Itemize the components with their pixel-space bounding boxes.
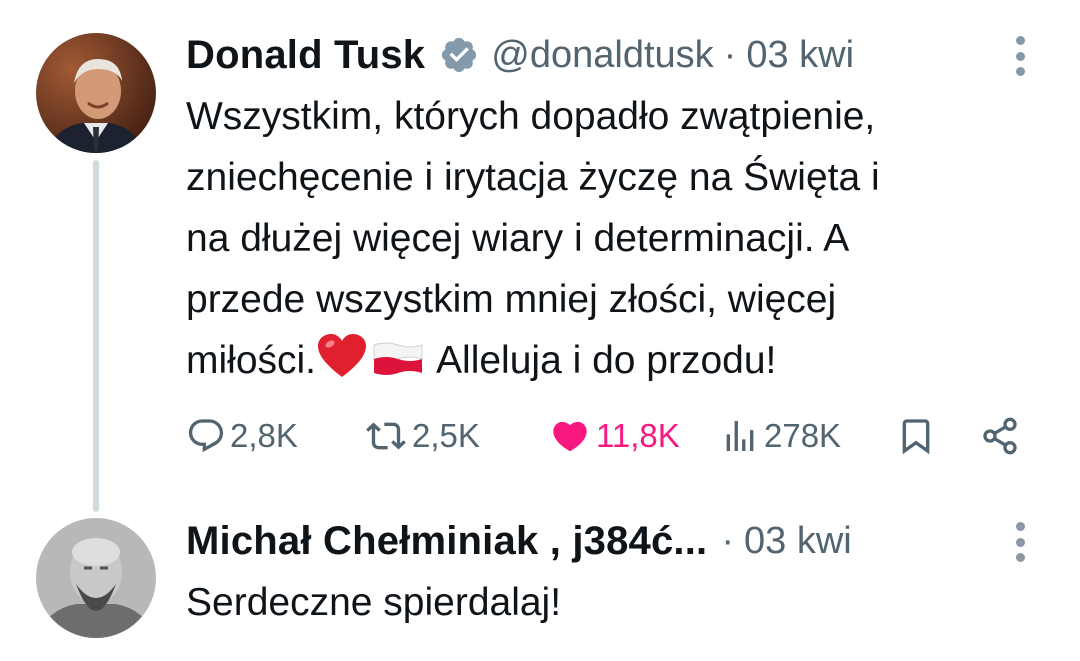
verified-badge-icon <box>442 37 477 73</box>
bookmark-icon <box>902 419 930 455</box>
author-handle[interactable]: @donaldtusk <box>491 34 713 77</box>
heart-filled-icon <box>553 421 587 452</box>
reply-icon <box>188 419 224 453</box>
reply-count: 2,8K <box>230 417 298 454</box>
reply-author-name[interactable]: Michał Chełminiak , j384ć... <box>186 519 707 564</box>
like-button[interactable]: 11,8K <box>548 416 680 456</box>
tweet-text-line: miłości. <box>186 339 317 382</box>
reply-button[interactable]: 2,8K <box>186 416 298 456</box>
avatar[interactable] <box>36 33 156 153</box>
tweet-text-tail: Alleluja i do przodu! <box>436 339 777 382</box>
views-chart-icon <box>726 421 754 451</box>
tweet-text-line: na dłużej więcej wiary i determinacji. A <box>186 217 850 260</box>
tweet-action-bar: 2,8K 2,5K 11,8K 278K <box>186 416 1026 456</box>
header-separator: · <box>723 33 737 76</box>
reply-text: Serdeczne spierdalaj! <box>186 572 561 633</box>
author-name[interactable]: Donald Tusk <box>186 33 425 78</box>
tweet-header: Donald Tusk @donaldtusk · 03 kwi <box>186 30 854 80</box>
flag-poland-emoji-icon <box>373 342 423 375</box>
share-icon <box>983 417 1017 455</box>
reply-header: Michał Chełminiak , j384ć... · 03 kwi <box>186 516 852 566</box>
reply-avatar[interactable] <box>36 518 156 638</box>
tweet-text-line: Wszystkim, których dopadło zwątpienie, <box>186 95 876 138</box>
share-button[interactable] <box>978 416 1022 456</box>
tweet-timestamp[interactable]: 03 kwi <box>746 34 854 77</box>
views-count: 278K <box>764 417 842 454</box>
reply-text-line: Serdeczne spierdalaj! <box>186 581 562 624</box>
reply-timestamp[interactable]: 03 kwi <box>744 520 852 563</box>
red-heart-emoji-icon <box>318 334 367 377</box>
thread-connector-line <box>93 160 99 512</box>
tweet-text-line: przede wszystkim mniej złości, więcej <box>186 278 837 321</box>
bookmark-button[interactable] <box>896 416 936 456</box>
tweet-text: Wszystkim, których dopadło zwątpienie, z… <box>186 86 880 391</box>
repost-count: 2,5K <box>412 417 480 454</box>
reply-header-separator: · <box>721 519 735 562</box>
tweet-text-line-last: miłości. Alleluja i do przodu! <box>186 330 880 391</box>
views-button[interactable]: 278K <box>720 416 841 456</box>
reply-more-options-icon[interactable] <box>1014 522 1026 562</box>
like-count: 11,8K <box>596 417 680 454</box>
tweet-text-line: zniechęcenie i irytacja życzę na Święta … <box>186 156 880 199</box>
more-options-icon[interactable] <box>1014 36 1026 76</box>
repost-icon <box>366 422 406 450</box>
repost-button[interactable]: 2,5K <box>364 416 480 456</box>
